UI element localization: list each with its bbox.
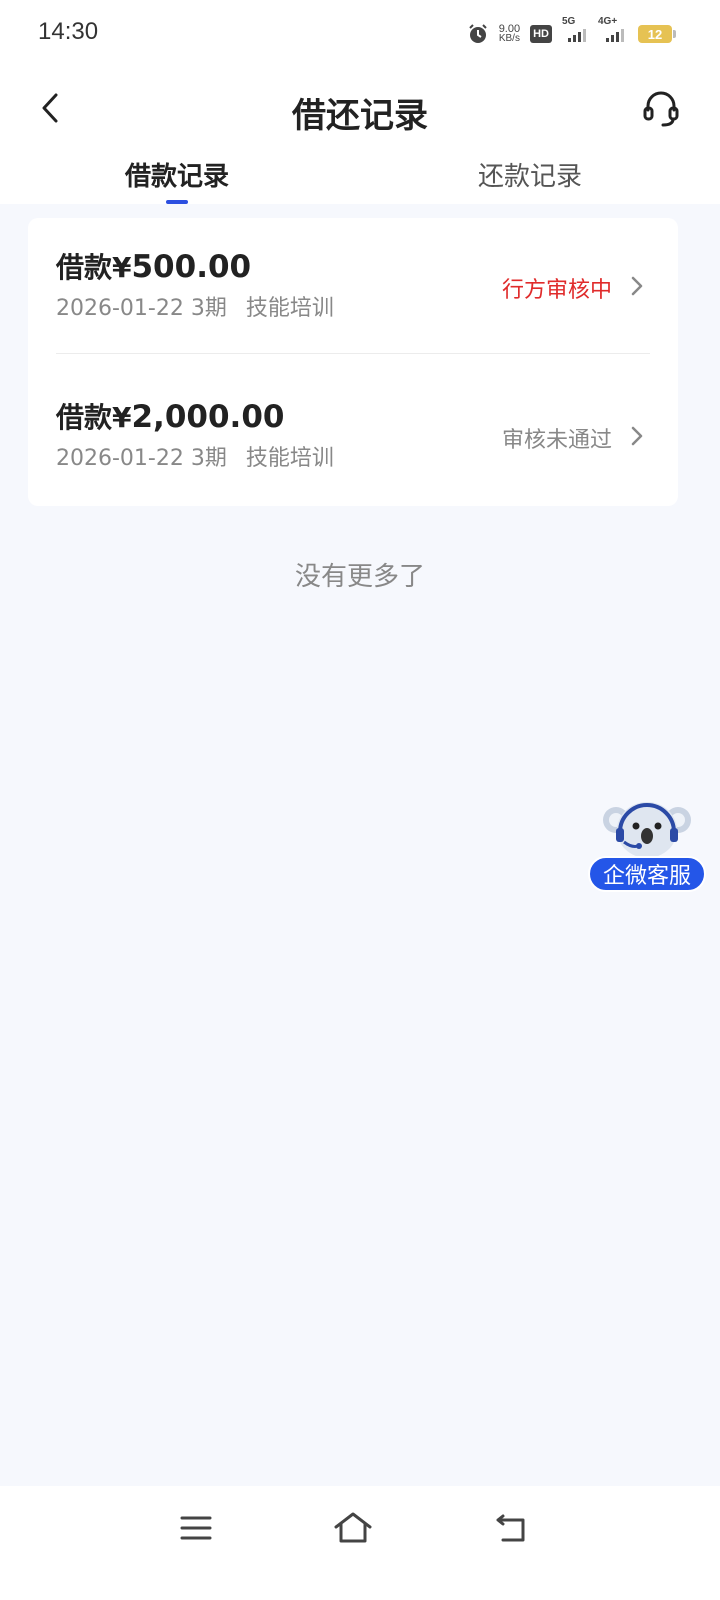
net-speed: 9.00 KB/s [499,24,520,44]
nav-back-button[interactable] [486,1506,534,1550]
system-nav-bar [0,1486,720,1600]
loan-meta: 2026-01-22 3期 技能培训 [56,290,334,322]
tab-active-indicator [166,200,188,204]
loan-amount-prefix: 借款¥ [56,251,132,284]
loan-record-item[interactable]: 借款¥2,000.00 2026-01-22 3期 技能培训 审核未通过 [28,368,678,518]
wecom-service-label: 企微客服 [588,856,706,892]
loan-meta: 2026-01-22 3期 技能培训 [56,440,334,472]
signal-5g-icon: 5G [562,16,588,42]
menu-icon [180,1516,212,1540]
alarm-icon [468,24,487,43]
record-tabs: 借款记录 还款记录 [0,150,720,204]
loan-amount: 借款¥2,000.00 [56,396,284,436]
nav-menu-button[interactable] [172,1506,220,1550]
loan-status: 行方审核中 [501,278,612,303]
records-card: 借款¥500.00 2026-01-22 3期 技能培训 行方审核中 借款¥2,… [28,218,678,506]
loan-amount: 借款¥500.00 [56,246,251,286]
page-title: 借还记录 [292,96,428,136]
headset-icon [643,91,679,127]
loan-purpose: 技能培训 [245,446,334,471]
loan-term: 3期 [190,446,227,471]
loan-amount-prefix: 借款¥ [56,401,132,434]
back-icon [496,1514,525,1542]
divider [56,353,650,354]
tab-loan-records[interactable]: 借款记录 [77,156,277,193]
loan-record-item[interactable]: 借款¥500.00 2026-01-22 3期 技能培训 行方审核中 [28,218,678,368]
signal-4g-icon: 4G+ [598,16,628,42]
chevron-right-icon [626,272,648,300]
header: 借还记录 [0,68,720,150]
home-icon [334,1512,372,1543]
loan-term: 3期 [190,296,227,321]
status-bar: 14:30 9.00 KB/s HD 5G 4G+ 12 [0,0,720,68]
net-speed-unit: KB/s [498,33,520,44]
tab-repayment-records[interactable]: 还款记录 [430,156,630,193]
loan-amount-value: 2,000.00 [131,399,285,435]
loan-amount-value: 500.00 [131,249,252,285]
hd-icon: HD [530,25,552,43]
loan-date: 2026-01-22 [56,446,184,471]
nav-home-button[interactable] [329,1506,377,1550]
customer-support-button[interactable] [638,86,684,132]
battery-icon: 12 [638,25,676,43]
signal-4g-label: 4G+ [598,16,618,27]
signal-5g-label: 5G [562,16,576,27]
wecom-service-button[interactable]: 企微客服 [588,796,706,900]
status-icons: 9.00 KB/s HD 5G 4G+ 12 [467,16,676,48]
no-more-text: 没有更多了 [294,562,425,592]
loan-purpose: 技能培训 [245,296,334,321]
status-time: 14:30 [38,18,99,45]
koala-mascot-icon [603,802,691,858]
loan-date: 2026-01-22 [56,296,184,321]
loan-status: 审核未通过 [501,428,612,453]
chevron-right-icon [626,422,648,450]
